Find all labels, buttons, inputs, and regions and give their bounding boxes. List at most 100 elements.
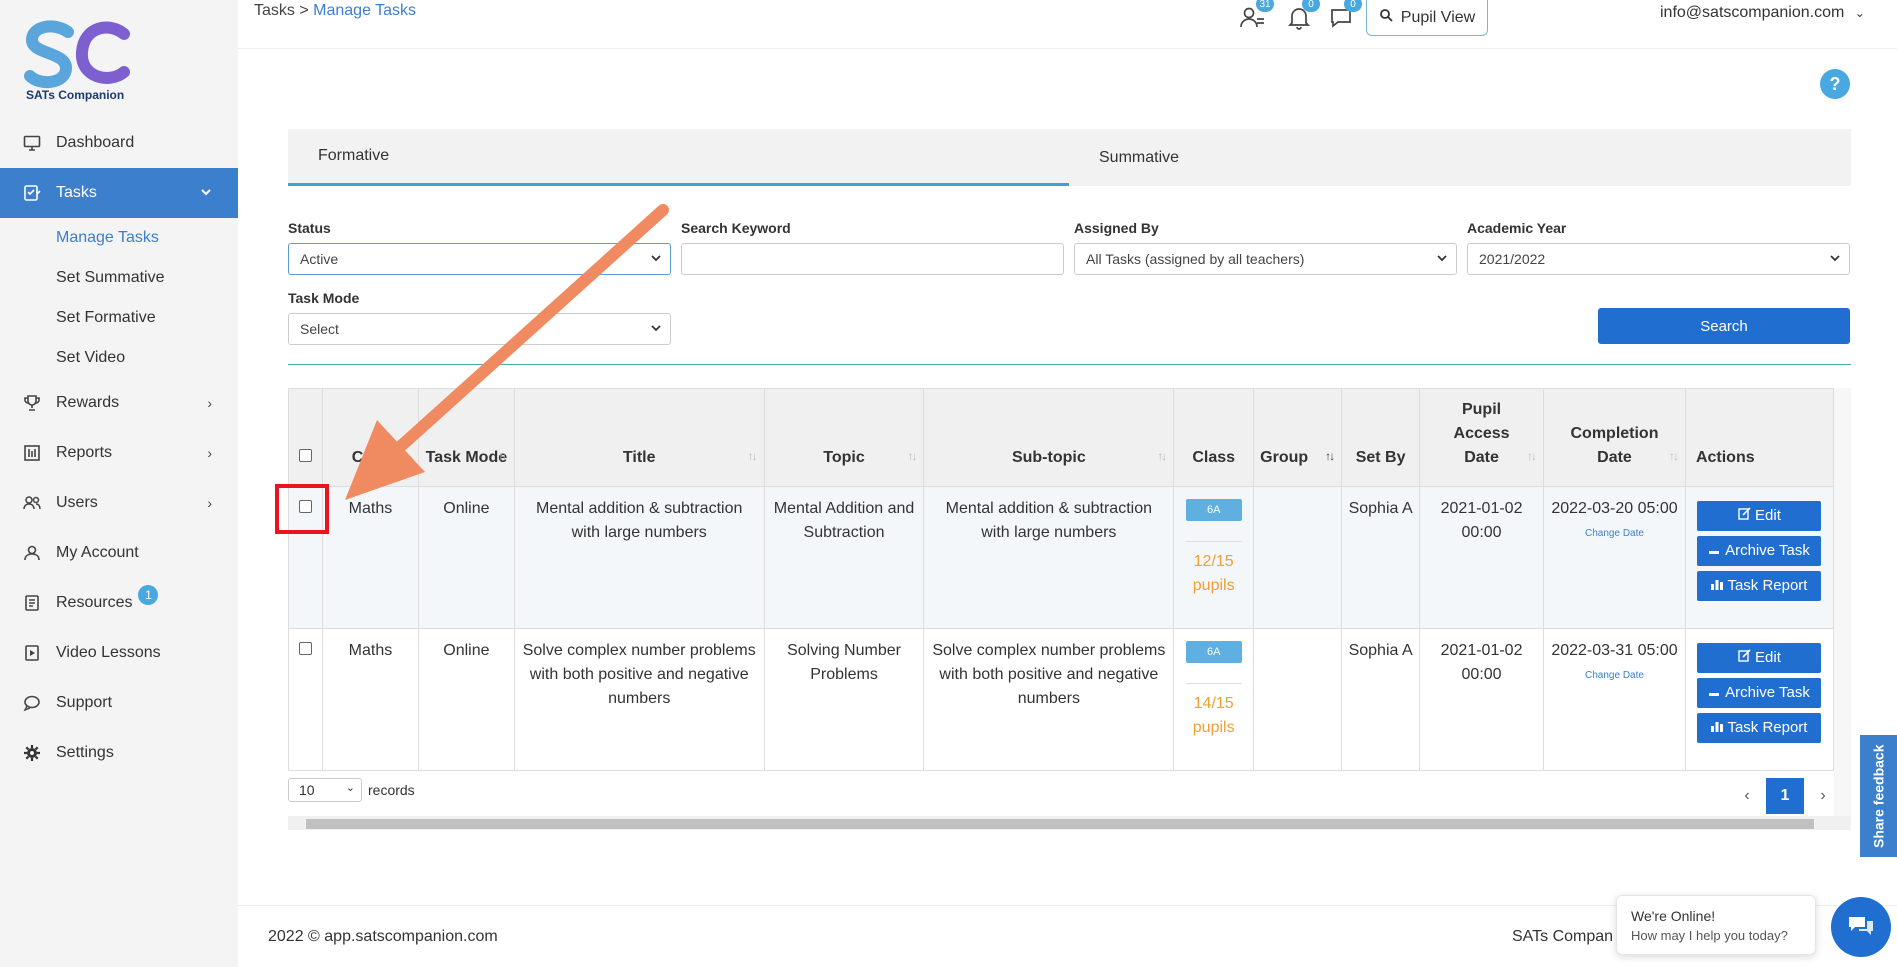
horizontal-scrollbar[interactable] <box>288 816 1851 830</box>
cell-subtopic: Solve complex number problems with both … <box>923 628 1175 771</box>
select-all-checkbox[interactable] <box>298 449 312 462</box>
breadcrumb-root[interactable]: Tasks <box>254 2 295 19</box>
row-checkbox[interactable] <box>298 642 312 655</box>
column-header-topic[interactable]: Topic ↑↓ <box>763 388 925 487</box>
status-select[interactable]: Active <box>288 243 671 275</box>
chat-launcher-button[interactable] <box>1831 897 1891 957</box>
cell-subtopic: Mental addition & subtraction with large… <box>923 486 1175 629</box>
cell-actions: Edit Archive Task Task Report <box>1684 486 1835 629</box>
column-header-label: Set By <box>1355 449 1406 466</box>
sidebar-item-label: Support <box>56 694 113 711</box>
edit-button[interactable]: Edit <box>1697 501 1822 531</box>
sidebar-item-reports[interactable]: Reports › <box>0 428 238 478</box>
archive-task-button[interactable]: Archive Task <box>1697 678 1822 708</box>
table-row: Maths Online Mental addition & subtracti… <box>288 486 1835 629</box>
search-button[interactable]: Search <box>1598 308 1850 344</box>
scrollbar-thumb[interactable] <box>306 819 1814 829</box>
change-date-link[interactable]: Change Date <box>1550 527 1679 541</box>
chat-popup[interactable]: We're Online! How may I help you today? <box>1616 895 1816 955</box>
video-icon <box>22 643 42 663</box>
pupils-progress[interactable]: 12/15 pupils <box>1180 550 1247 598</box>
tasks-table: Cour Task Mode ↑↓ Title ↑↓ Topic ↑↓ Sub-top… <box>288 388 1835 771</box>
task-report-button[interactable]: Task Report <box>1697 571 1822 601</box>
table-header-row: Cour Task Mode ↑↓ Title ↑↓ Topic ↑↓ Sub-top… <box>288 388 1835 487</box>
class-badge[interactable]: 6A <box>1185 499 1242 521</box>
cell-task-mode: Online <box>417 628 515 771</box>
cell-access-date: 2021-01-02 00:00 <box>1419 628 1545 771</box>
sidebar-item-settings[interactable]: Settings <box>0 728 238 778</box>
page-size-select[interactable]: 10 ⌄ <box>288 778 362 802</box>
sidebar-item-dashboard[interactable]: Dashboard <box>0 118 238 168</box>
sidebar-item-my-account[interactable]: My Account <box>0 528 238 578</box>
class-badge[interactable]: 6A <box>1185 641 1242 663</box>
sidebar-item-support[interactable]: Support <box>0 678 238 728</box>
task-report-button[interactable]: Task Report <box>1697 713 1822 743</box>
sort-icon: ↑↓ <box>1325 449 1335 463</box>
breadcrumb-current[interactable]: Manage Tasks <box>313 2 416 19</box>
column-header-course[interactable]: Cour <box>321 388 419 487</box>
sort-icon: ↑↓ <box>497 449 508 463</box>
next-page-button[interactable]: › <box>1804 778 1842 814</box>
account-email: info@satscompanion.com <box>1660 4 1845 21</box>
users-icon[interactable]: 31 <box>1240 0 1274 30</box>
table-row: Maths Online Solve complex number proble… <box>288 628 1835 771</box>
share-feedback-tab[interactable]: Share feedback <box>1860 735 1897 857</box>
bell-icon[interactable]: 0 <box>1286 0 1320 30</box>
column-header-group[interactable]: Group ↑↓ <box>1253 388 1343 487</box>
sidebar-sub-set-video[interactable]: Set Video <box>0 338 238 378</box>
sort-icon: ↑↓ <box>907 449 917 463</box>
search-keyword-input[interactable] <box>681 243 1064 275</box>
change-date-link[interactable]: Change Date <box>1550 669 1679 683</box>
cell-group <box>1253 486 1343 629</box>
column-header-label: Topic <box>823 449 865 466</box>
chevron-down-icon <box>200 185 212 201</box>
sidebar-sub-set-summative[interactable]: Set Summative <box>0 258 238 298</box>
sidebar-sub-set-formative[interactable]: Set Formative <box>0 298 238 338</box>
tab-formative[interactable]: Formative <box>288 129 1069 186</box>
tab-summative[interactable]: Summative <box>1069 129 1850 186</box>
assigned-by-select[interactable]: All Tasks (assigned by all teachers) <box>1074 243 1457 275</box>
column-header-title[interactable]: Title ↑↓ <box>513 388 765 487</box>
column-header-access-date[interactable]: Pupil Access Date ↑↓ <box>1419 388 1545 487</box>
pupil-view-button[interactable]: Pupil View <box>1366 0 1488 36</box>
cell-completion-date: 2022-03-20 05:00 Change Date <box>1543 486 1686 629</box>
pagination: ‹ 1 › <box>1728 778 1842 814</box>
copyright-text: 2022 © app.satscompanion.com <box>268 928 498 945</box>
sidebar-sub-manage-tasks[interactable]: Manage Tasks <box>0 218 238 258</box>
sort-icon: ↑↓ <box>747 449 758 463</box>
prev-page-button[interactable]: ‹ <box>1728 778 1766 814</box>
task-mode-value: Select <box>300 321 339 337</box>
archive-task-button[interactable]: Archive Task <box>1697 536 1822 566</box>
message-icon[interactable]: 0 <box>1328 0 1362 30</box>
monitor-icon <box>22 133 42 153</box>
academic-year-label: Academic Year <box>1467 220 1567 236</box>
cell-course: Maths <box>321 628 419 771</box>
help-icon[interactable]: ? <box>1820 69 1850 99</box>
sidebar-item-rewards[interactable]: Rewards › <box>0 378 238 428</box>
edit-icon <box>1738 504 1751 528</box>
column-header-task-mode[interactable]: Task Mode ↑↓ <box>417 388 515 487</box>
task-mode-select[interactable]: Select <box>288 313 671 345</box>
vertical-scrollbar[interactable] <box>1834 388 1851 816</box>
page-button-current[interactable]: 1 <box>1766 778 1804 814</box>
cell-completion-date: 2022-03-31 05:00 Change Date <box>1543 628 1686 771</box>
sidebar-item-video-lessons[interactable]: Video Lessons <box>0 628 238 678</box>
sort-icon: ↑↓ <box>1157 449 1167 463</box>
pupils-progress[interactable]: 14/15 pupils <box>1180 692 1247 740</box>
cell-actions: Edit Archive Task Task Report <box>1684 628 1835 771</box>
chat-prompt-text: How may I help you today? <box>1631 928 1788 943</box>
sidebar-item-users[interactable]: Users › <box>0 478 238 528</box>
edit-button[interactable]: Edit <box>1697 643 1822 673</box>
sidebar-item-tasks[interactable]: Tasks <box>0 168 238 218</box>
completion-date-value: 2022-03-20 05:00 <box>1551 500 1678 517</box>
assigned-by-value: All Tasks (assigned by all teachers) <box>1086 251 1305 267</box>
sidebar-item-resources[interactable]: Resources 1 <box>0 578 238 628</box>
column-header-completion-date[interactable]: Completion Date ↑↓ <box>1543 388 1686 487</box>
academic-year-select[interactable]: 2021/2022 <box>1467 243 1850 275</box>
account-menu[interactable]: info@satscompanion.com ⌄ <box>1660 4 1865 22</box>
search-keyword-label: Search Keyword <box>681 220 791 236</box>
column-header-label: Class <box>1192 449 1236 466</box>
column-header-subtopic[interactable]: Sub-topic ↑↓ <box>923 388 1175 487</box>
search-user-icon <box>1379 8 1393 27</box>
column-header-class: Class <box>1173 388 1255 487</box>
